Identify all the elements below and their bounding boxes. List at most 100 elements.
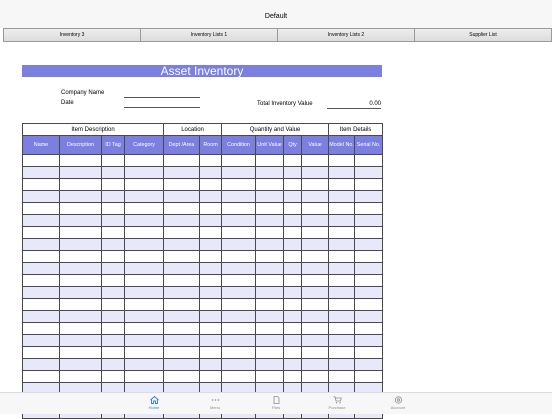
table-cell[interactable]: [354, 346, 384, 359]
table-cell[interactable]: [59, 202, 102, 215]
table-cell[interactable]: [199, 262, 223, 275]
table-cell[interactable]: [221, 238, 257, 251]
table-cell[interactable]: [354, 322, 384, 335]
table-cell[interactable]: [101, 310, 125, 323]
table-cell[interactable]: [301, 250, 330, 263]
table-cell[interactable]: [354, 310, 384, 323]
table-cell[interactable]: [354, 250, 384, 263]
table-cell[interactable]: [255, 238, 285, 251]
table-cell[interactable]: [163, 334, 201, 347]
table-cell[interactable]: [59, 178, 102, 191]
table-cell[interactable]: [301, 286, 330, 299]
col-room[interactable]: Room: [199, 135, 223, 155]
table-cell[interactable]: [199, 238, 223, 251]
company-name-field[interactable]: [124, 97, 200, 98]
table-cell[interactable]: [354, 166, 384, 179]
table-cell[interactable]: [22, 178, 60, 191]
table-cell[interactable]: [354, 262, 384, 275]
col-description[interactable]: Description: [59, 135, 102, 155]
table-cell[interactable]: [101, 238, 125, 251]
table-cell[interactable]: [328, 274, 356, 287]
table-cell[interactable]: [328, 238, 356, 251]
table-cell[interactable]: [123, 334, 165, 347]
table-cell[interactable]: [354, 178, 384, 191]
table-cell[interactable]: [163, 226, 201, 239]
table-cell[interactable]: [221, 166, 257, 179]
table-cell[interactable]: [101, 226, 125, 239]
sheet-tab-inventory-lists-2[interactable]: Inventory Lists 2: [278, 29, 415, 41]
table-cell[interactable]: [221, 250, 257, 263]
table-cell[interactable]: [301, 238, 330, 251]
table-cell[interactable]: [59, 166, 102, 179]
table-cell[interactable]: [101, 274, 125, 287]
table-cell[interactable]: [59, 238, 102, 251]
table-cell[interactable]: [221, 214, 257, 227]
tab-home[interactable]: Home: [124, 393, 185, 414]
table-cell[interactable]: [59, 154, 102, 167]
table-cell[interactable]: [59, 190, 102, 203]
table-cell[interactable]: [255, 226, 285, 239]
sheet-tab-inventory-lists-1[interactable]: Inventory Lists 1: [141, 29, 278, 41]
table-cell[interactable]: [22, 274, 60, 287]
table-cell[interactable]: [354, 274, 384, 287]
table-cell[interactable]: [283, 286, 303, 299]
table-cell[interactable]: [283, 298, 303, 311]
table-cell[interactable]: [163, 214, 201, 227]
table-cell[interactable]: [283, 190, 303, 203]
table-cell[interactable]: [59, 286, 102, 299]
table-cell[interactable]: [22, 298, 60, 311]
table-cell[interactable]: [221, 226, 257, 239]
col-category[interactable]: Category: [123, 135, 165, 155]
table-cell[interactable]: [255, 250, 285, 263]
table-cell[interactable]: [59, 262, 102, 275]
table-cell[interactable]: [163, 154, 201, 167]
table-cell[interactable]: [163, 322, 201, 335]
table-cell[interactable]: [354, 334, 384, 347]
table-cell[interactable]: [123, 154, 165, 167]
table-cell[interactable]: [199, 274, 223, 287]
table-cell[interactable]: [283, 358, 303, 371]
table-cell[interactable]: [22, 202, 60, 215]
table-cell[interactable]: [221, 346, 257, 359]
table-cell[interactable]: [255, 178, 285, 191]
table-cell[interactable]: [163, 238, 201, 251]
table-cell[interactable]: [354, 286, 384, 299]
table-cell[interactable]: [328, 202, 356, 215]
table-cell[interactable]: [123, 190, 165, 203]
table-cell[interactable]: [123, 178, 165, 191]
table-cell[interactable]: [221, 190, 257, 203]
table-cell[interactable]: [301, 322, 330, 335]
table-cell[interactable]: [22, 154, 60, 167]
table-cell[interactable]: [22, 370, 60, 383]
table-cell[interactable]: [101, 154, 125, 167]
table-cell[interactable]: [255, 286, 285, 299]
table-cell[interactable]: [199, 250, 223, 263]
table-cell[interactable]: [301, 202, 330, 215]
table-cell[interactable]: [283, 262, 303, 275]
table-cell[interactable]: [354, 238, 384, 251]
table-cell[interactable]: [301, 358, 330, 371]
table-cell[interactable]: [283, 334, 303, 347]
table-cell[interactable]: [283, 202, 303, 215]
table-cell[interactable]: [101, 322, 125, 335]
table-cell[interactable]: [255, 346, 285, 359]
table-cell[interactable]: [255, 262, 285, 275]
col-condition[interactable]: Condition: [221, 135, 257, 155]
table-cell[interactable]: [301, 274, 330, 287]
table-cell[interactable]: [59, 250, 102, 263]
table-cell[interactable]: [283, 346, 303, 359]
table-cell[interactable]: [163, 274, 201, 287]
table-cell[interactable]: [301, 346, 330, 359]
table-cell[interactable]: [163, 310, 201, 323]
table-cell[interactable]: [123, 346, 165, 359]
table-cell[interactable]: [199, 370, 223, 383]
table-cell[interactable]: [22, 214, 60, 227]
table-cell[interactable]: [22, 226, 60, 239]
table-cell[interactable]: [101, 286, 125, 299]
table-cell[interactable]: [101, 250, 125, 263]
table-cell[interactable]: [199, 322, 223, 335]
table-cell[interactable]: [328, 262, 356, 275]
table-cell[interactable]: [255, 358, 285, 371]
table-cell[interactable]: [354, 358, 384, 371]
table-cell[interactable]: [328, 190, 356, 203]
